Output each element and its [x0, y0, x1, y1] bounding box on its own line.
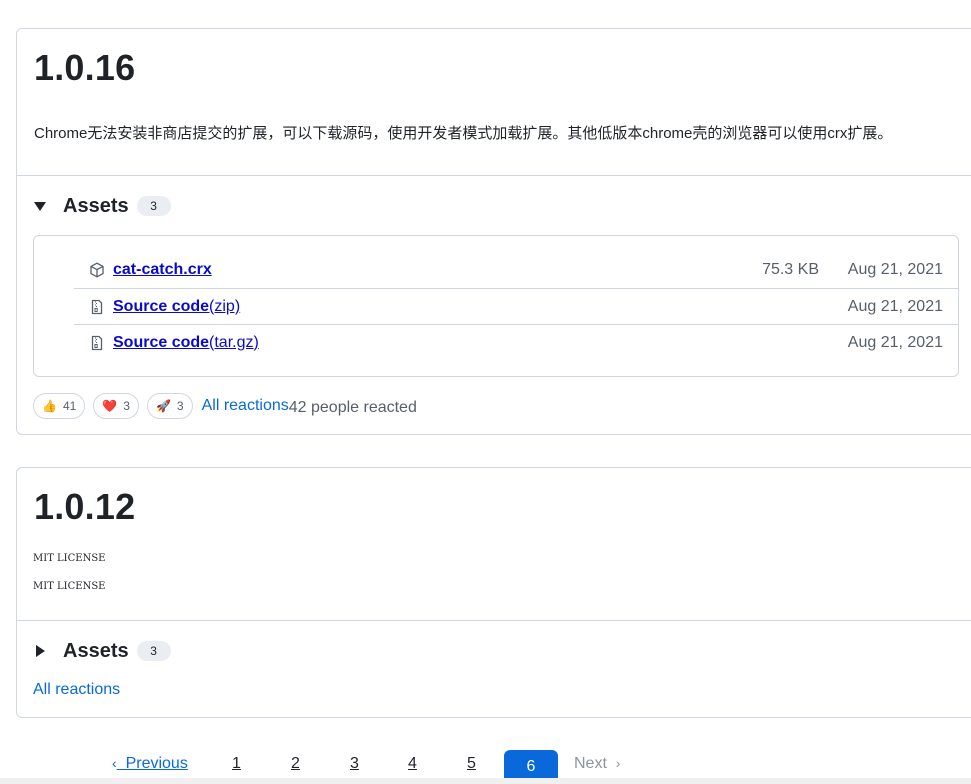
- release-description: Chrome无法安装非商店提交的扩展，可以下载源码，使用开发者模式加载扩展。其他…: [34, 125, 893, 142]
- chevron-left-icon: ‹: [112, 755, 117, 771]
- asset-row: Source code (tar.gz) Aug 21, 2021: [74, 324, 959, 360]
- all-reactions-link[interactable]: All reactions: [33, 681, 120, 699]
- all-reactions-link[interactable]: All reactions: [202, 397, 289, 415]
- previous-page-button[interactable]: ‹ Previous: [112, 755, 188, 773]
- thumbs-up-icon: 👍: [42, 399, 57, 413]
- asset-date: Aug 21, 2021: [847, 261, 943, 278]
- rocket-icon: 🚀: [155, 399, 171, 413]
- assets-count-badge: 3: [136, 641, 171, 661]
- page-4-link[interactable]: 4: [408, 755, 417, 773]
- page-1-link[interactable]: 1: [232, 755, 241, 773]
- asset-row: cat-catch.crx 75.3 KB Aug 21, 2021: [74, 252, 959, 288]
- chevron-right-icon: ›: [615, 755, 621, 771]
- page-bottom-edge: [0, 778, 971, 784]
- assets-label: Assets: [63, 639, 129, 662]
- triangle-down-icon: [33, 199, 47, 213]
- reaction-thumbs-up[interactable]: 👍 41: [33, 393, 86, 419]
- asset-date: Aug 21, 2021: [847, 297, 943, 315]
- reaction-count: 3: [123, 399, 130, 413]
- reactions-bar: 👍 41 ❤️ 3 🚀 3 All reactions 42 people re…: [33, 393, 417, 419]
- next-page-button: Next ›: [574, 755, 620, 773]
- assets-toggle[interactable]: Assets 3: [33, 636, 171, 666]
- assets-label: Assets: [63, 194, 129, 217]
- heart-icon: ❤️: [102, 399, 118, 413]
- source-code-targz-suffix[interactable]: (tar.gz): [209, 334, 259, 352]
- release-card-1-0-16: 1.0.16 Chrome无法安装非商店提交的扩展，可以下载源码，使用开发者模式…: [16, 28, 971, 435]
- page-2-link[interactable]: 2: [291, 755, 300, 773]
- reaction-count: 3: [176, 399, 184, 413]
- reaction-count: 41: [62, 399, 77, 413]
- page-3-link[interactable]: 3: [350, 755, 359, 773]
- divider: [17, 175, 971, 176]
- source-code-zip-suffix[interactable]: (zip): [209, 298, 240, 316]
- reaction-heart[interactable]: ❤️ 3: [93, 393, 139, 419]
- asset-row: Source code (zip) Aug 21, 2021: [74, 288, 959, 324]
- assets-toggle[interactable]: Assets 3: [33, 191, 171, 221]
- release-card-1-0-12: 1.0.12 MIT LICENSE MIT LICENSE Assets 3 …: [16, 467, 971, 718]
- assets-list: cat-catch.crx 75.3 KB Aug 21, 2021 Sourc…: [33, 235, 959, 377]
- asset-download-link[interactable]: cat-catch.crx: [113, 261, 212, 279]
- page-5-link[interactable]: 5: [467, 755, 476, 773]
- triangle-right-icon: [33, 644, 47, 658]
- file-zip-icon: [89, 299, 105, 315]
- package-icon: [89, 262, 105, 278]
- release-title[interactable]: 1.0.16: [34, 47, 135, 89]
- source-code-zip-link[interactable]: Source code: [113, 298, 209, 316]
- reaction-rocket[interactable]: 🚀 3: [146, 393, 193, 419]
- previous-label: Previous: [125, 755, 188, 772]
- source-code-targz-link[interactable]: Source code: [113, 334, 209, 352]
- release-body-line: MIT LICENSE: [33, 553, 106, 564]
- release-title[interactable]: 1.0.12: [34, 486, 135, 528]
- people-reacted-text: 42 people reacted: [288, 399, 417, 416]
- assets-count-badge: 3: [136, 196, 171, 216]
- asset-date: Aug 21, 2021: [847, 333, 943, 351]
- divider: [17, 620, 971, 621]
- release-body-line: MIT LICENSE: [33, 581, 106, 592]
- next-label: Next: [574, 755, 607, 772]
- file-zip-icon: [89, 335, 105, 351]
- asset-size: 75.3 KB: [762, 261, 819, 278]
